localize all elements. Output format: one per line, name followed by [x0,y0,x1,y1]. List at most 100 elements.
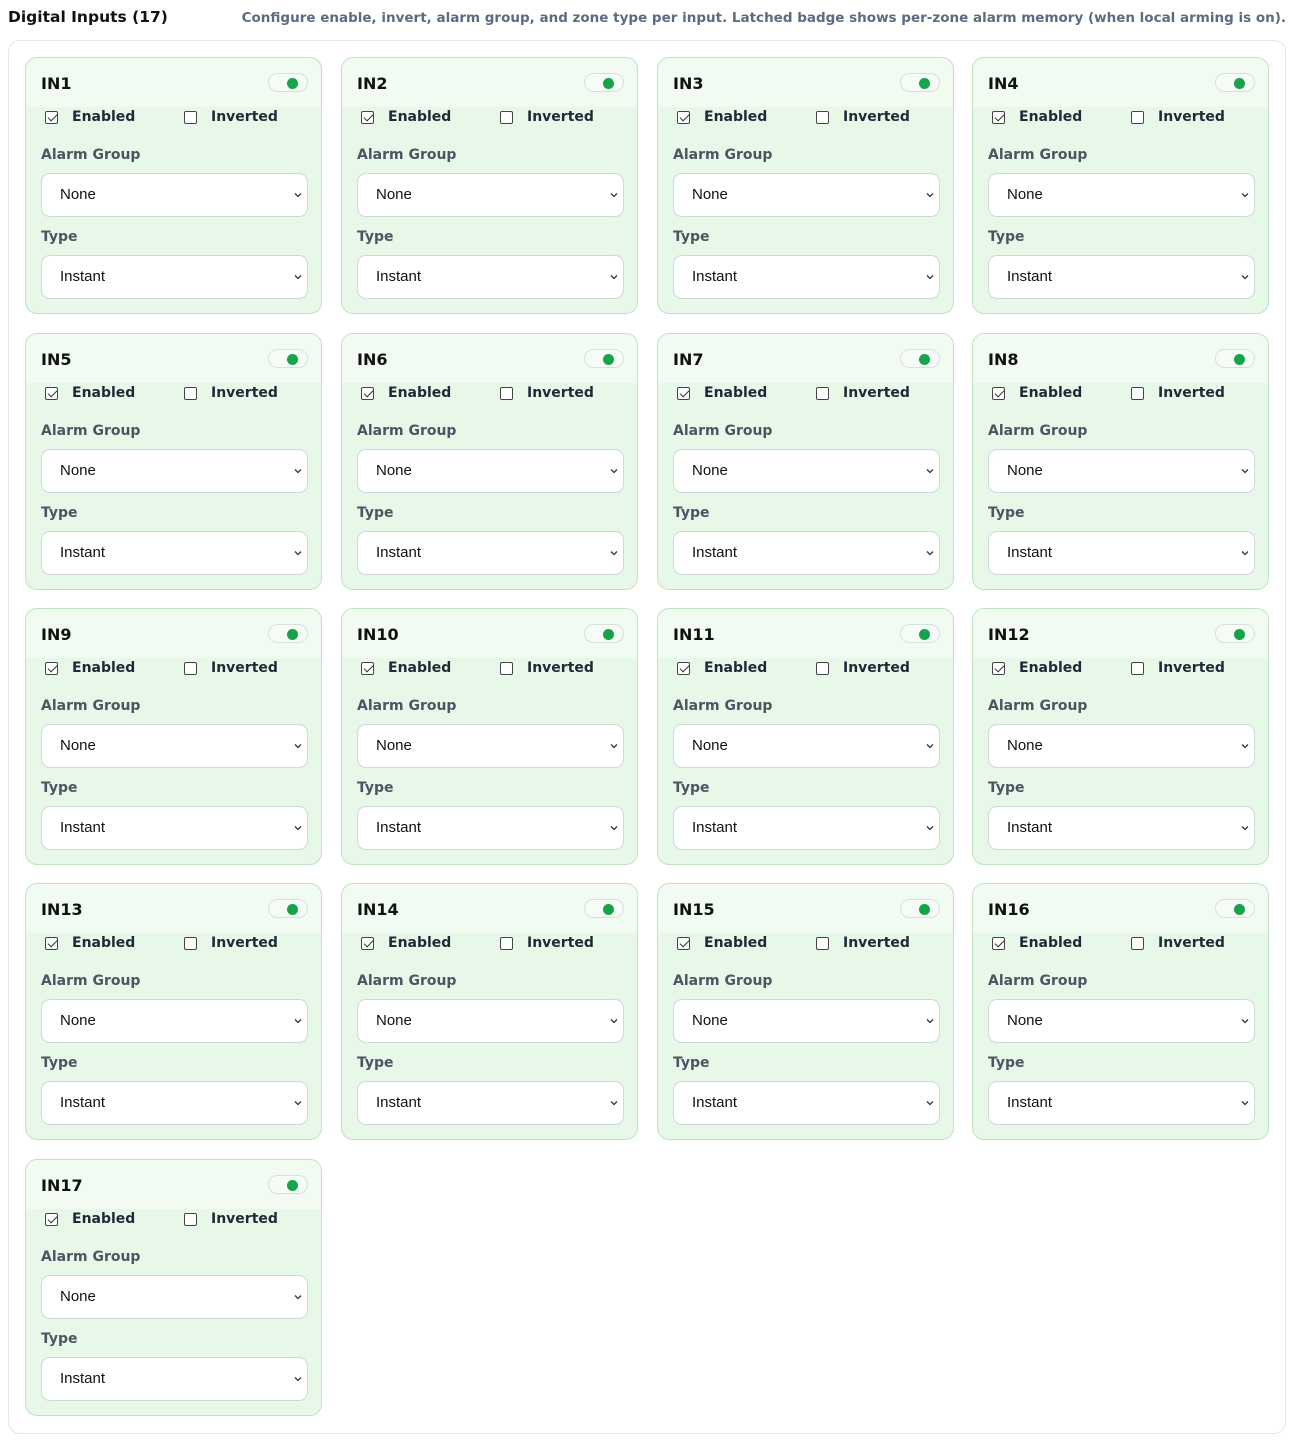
enabled-checkbox-group[interactable]: Enabled [361,384,451,402]
enabled-checkbox-group[interactable]: Enabled [361,659,451,677]
type-select[interactable]: Instant [673,1081,940,1125]
enabled-checkbox[interactable] [677,110,690,124]
type-select[interactable]: Instant [357,1081,624,1125]
inverted-checkbox[interactable] [1131,936,1144,950]
enabled-checkbox[interactable] [45,386,58,400]
inverted-checkbox-group[interactable]: Inverted [184,384,278,402]
inverted-checkbox[interactable] [816,386,829,400]
enabled-checkbox-group[interactable]: Enabled [677,384,767,402]
inverted-checkbox[interactable] [816,661,829,675]
enabled-checkbox-group[interactable]: Enabled [361,108,451,126]
alarm-group-select[interactable]: None [41,173,308,217]
inverted-checkbox-group[interactable]: Inverted [1131,659,1225,677]
alarm-group-select[interactable]: None [41,1275,308,1319]
enabled-checkbox-group[interactable]: Enabled [45,108,135,126]
inverted-checkbox[interactable] [184,110,197,124]
type-select[interactable]: Instant [988,531,1255,575]
inverted-checkbox-group[interactable]: Inverted [500,934,594,952]
enabled-checkbox[interactable] [992,936,1005,950]
inverted-checkbox[interactable] [500,110,513,124]
alarm-group-select[interactable]: None [673,724,940,768]
enabled-checkbox-group[interactable]: Enabled [992,384,1082,402]
inverted-checkbox[interactable] [500,936,513,950]
inverted-checkbox[interactable] [816,110,829,124]
inverted-checkbox-group[interactable]: Inverted [1131,108,1225,126]
type-select[interactable]: Instant [41,531,308,575]
alarm-group-select[interactable]: None [357,173,624,217]
enabled-checkbox-group[interactable]: Enabled [45,384,135,402]
type-select[interactable]: Instant [357,255,624,299]
type-select[interactable]: Instant [41,1081,308,1125]
enabled-checkbox[interactable] [677,936,690,950]
inverted-checkbox-group[interactable]: Inverted [184,659,278,677]
type-select[interactable]: Instant [673,531,940,575]
type-select[interactable]: Instant [673,806,940,850]
inverted-checkbox-group[interactable]: Inverted [500,384,594,402]
inverted-checkbox[interactable] [1131,110,1144,124]
enabled-checkbox-group[interactable]: Enabled [677,659,767,677]
inverted-checkbox[interactable] [816,936,829,950]
type-select[interactable]: Instant [988,806,1255,850]
enabled-checkbox[interactable] [992,386,1005,400]
inverted-checkbox-group[interactable]: Inverted [816,659,910,677]
inverted-checkbox[interactable] [184,936,197,950]
alarm-group-select[interactable]: None [988,173,1255,217]
alarm-group-select[interactable]: None [988,724,1255,768]
enabled-checkbox-group[interactable]: Enabled [992,108,1082,126]
alarm-group-select[interactable]: None [41,449,308,493]
alarm-group-select[interactable]: None [357,999,624,1043]
enabled-checkbox[interactable] [992,661,1005,675]
inverted-checkbox-group[interactable]: Inverted [184,108,278,126]
alarm-group-select[interactable]: None [357,449,624,493]
enabled-checkbox-group[interactable]: Enabled [992,659,1082,677]
enabled-checkbox-group[interactable]: Enabled [677,108,767,126]
type-select[interactable]: Instant [41,806,308,850]
enabled-checkbox[interactable] [677,386,690,400]
inverted-checkbox[interactable] [184,1212,197,1226]
enabled-checkbox-group[interactable]: Enabled [992,934,1082,952]
enabled-checkbox[interactable] [45,110,58,124]
type-select[interactable]: Instant [673,255,940,299]
inverted-checkbox-group[interactable]: Inverted [816,934,910,952]
type-select[interactable]: Instant [41,1357,308,1401]
type-select[interactable]: Instant [988,255,1255,299]
inverted-checkbox-group[interactable]: Inverted [184,934,278,952]
enabled-checkbox[interactable] [361,936,374,950]
enabled-checkbox-group[interactable]: Enabled [361,934,451,952]
alarm-group-select[interactable]: None [673,449,940,493]
enabled-checkbox[interactable] [45,1212,58,1226]
type-select[interactable]: Instant [988,1081,1255,1125]
alarm-group-select[interactable]: None [41,999,308,1043]
enabled-checkbox-group[interactable]: Enabled [45,1210,135,1228]
type-select[interactable]: Instant [357,531,624,575]
inverted-checkbox-group[interactable]: Inverted [816,384,910,402]
enabled-checkbox[interactable] [361,386,374,400]
type-select[interactable]: Instant [41,255,308,299]
enabled-checkbox[interactable] [992,110,1005,124]
inverted-checkbox-group[interactable]: Inverted [1131,934,1225,952]
enabled-checkbox[interactable] [361,110,374,124]
inverted-checkbox[interactable] [500,661,513,675]
enabled-checkbox[interactable] [677,661,690,675]
enabled-checkbox-group[interactable]: Enabled [677,934,767,952]
inverted-checkbox[interactable] [1131,386,1144,400]
inverted-checkbox[interactable] [184,386,197,400]
inverted-checkbox-group[interactable]: Inverted [500,108,594,126]
alarm-group-select[interactable]: None [41,724,308,768]
alarm-group-select[interactable]: None [988,449,1255,493]
alarm-group-select[interactable]: None [673,173,940,217]
inverted-checkbox-group[interactable]: Inverted [1131,384,1225,402]
inverted-checkbox-group[interactable]: Inverted [816,108,910,126]
alarm-group-select[interactable]: None [357,724,624,768]
inverted-checkbox-group[interactable]: Inverted [184,1210,278,1228]
inverted-checkbox[interactable] [500,386,513,400]
inverted-checkbox-group[interactable]: Inverted [500,659,594,677]
alarm-group-select[interactable]: None [673,999,940,1043]
enabled-checkbox[interactable] [45,661,58,675]
alarm-group-select[interactable]: None [988,999,1255,1043]
enabled-checkbox-group[interactable]: Enabled [45,934,135,952]
inverted-checkbox[interactable] [1131,661,1144,675]
enabled-checkbox[interactable] [45,936,58,950]
inverted-checkbox[interactable] [184,661,197,675]
type-select[interactable]: Instant [357,806,624,850]
